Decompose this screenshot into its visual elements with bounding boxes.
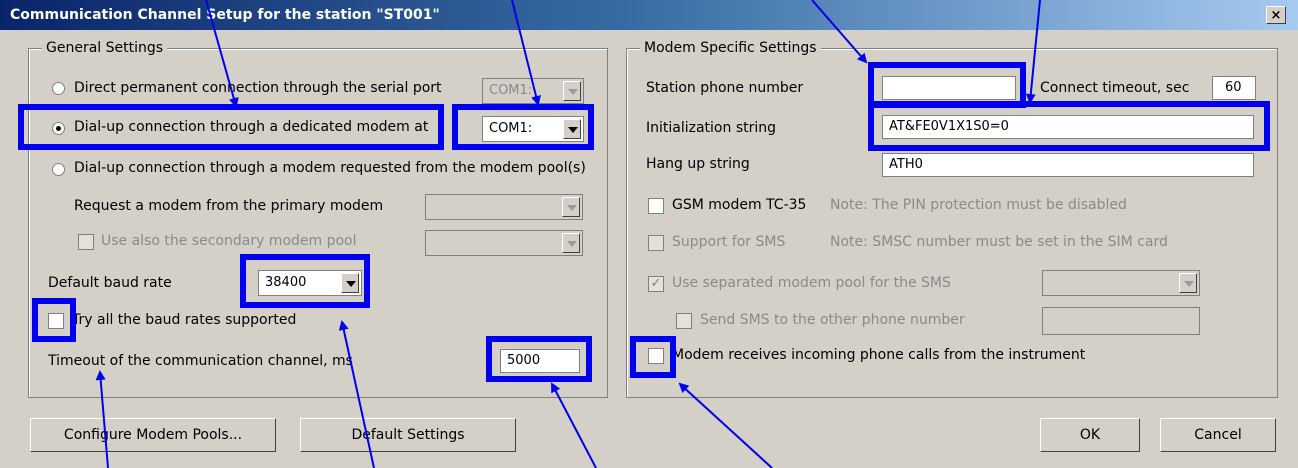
arrow-init-string [1025,0,1041,104]
arrow-phone-input [811,0,868,64]
arrow-baud-rate [338,320,375,468]
arrow-dialup-port [511,0,541,106]
arrow-dialup-radio [205,0,239,108]
dialog-window: Communication Channel Setup for the stat… [0,0,1298,468]
arrow-timeout-label [95,370,109,468]
annotation-arrows [95,0,1041,468]
arrow-timeout-input [551,382,597,468]
arrow-incoming-checkbox [678,382,773,468]
